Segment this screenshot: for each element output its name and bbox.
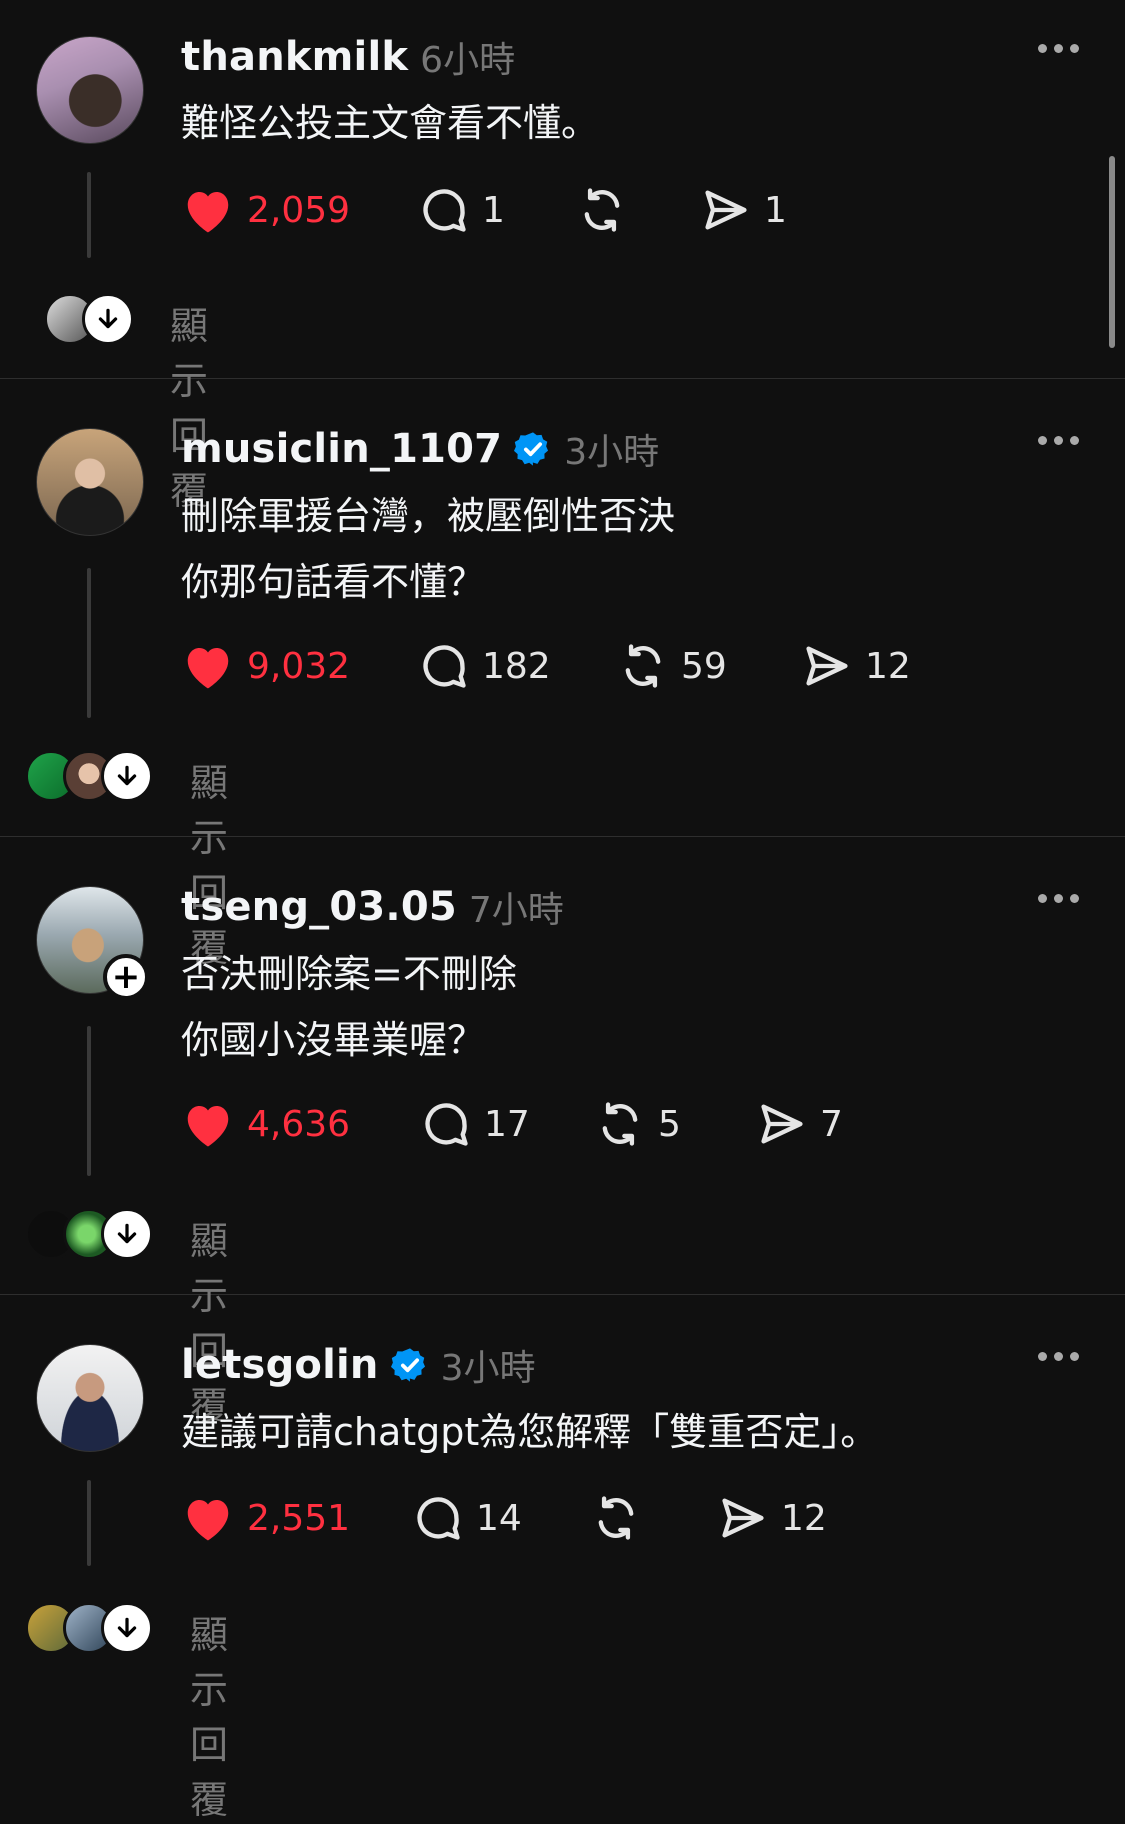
post-text-line: 難怪公投主文會看不懂。 (181, 101, 600, 145)
comment-button[interactable]: 182 (418, 636, 551, 696)
comment-count: 182 (482, 645, 551, 687)
repost-icon (625, 644, 661, 688)
like-button[interactable]: 2,059 (181, 180, 350, 240)
like-count: 2,059 (247, 189, 351, 231)
post-text: 刪除軍援台灣，被壓倒性否決 你那句話看不懂？ (181, 483, 675, 615)
arrow-down-icon[interactable] (101, 1208, 153, 1260)
post-header: musiclin_1107 3小時 (181, 425, 659, 473)
repost-button[interactable] (590, 1488, 654, 1548)
repost-icon (602, 1102, 638, 1146)
like-button[interactable]: 9,032 (181, 636, 350, 696)
share-button[interactable]: 1 (700, 180, 787, 240)
like-count: 9,032 (247, 645, 351, 687)
plus-icon[interactable]: + (103, 954, 149, 1000)
post-text-line: 建議可請chatgpt為您解釋「雙重否定」。 (181, 1410, 879, 1454)
post-text: 否決刪除案=不刪除 你國小沒畢業喔？ (181, 941, 517, 1073)
more-icon[interactable] (1038, 894, 1079, 903)
post-header: letsgolin 3小時 (181, 1341, 536, 1389)
avatar[interactable] (36, 428, 144, 536)
repost-button[interactable]: 59 (617, 636, 727, 696)
repost-count: 59 (681, 645, 727, 687)
comment-count: 1 (482, 189, 505, 231)
share-count: 12 (781, 1497, 827, 1539)
comment-count: 17 (484, 1103, 530, 1145)
heart-icon (187, 648, 229, 689)
like-button[interactable]: 4,636 (181, 1094, 350, 1154)
share-icon (806, 646, 848, 686)
thread-line (87, 172, 91, 258)
avatar[interactable] (36, 36, 144, 144)
like-count: 4,636 (247, 1103, 351, 1145)
username[interactable]: letsgolin (181, 1342, 379, 1388)
post: thankmilk 6小時 難怪公投主文會看不懂。 2,059 1 1 顯示回覆 (0, 0, 1125, 513)
share-icon (705, 190, 747, 230)
thread-line (87, 1026, 91, 1176)
share-button[interactable]: 7 (756, 1094, 843, 1154)
repost-button[interactable] (576, 180, 640, 240)
show-replies-link[interactable]: 顯示回覆 (190, 1604, 228, 1824)
heart-icon (187, 192, 229, 233)
comment-icon (423, 189, 466, 232)
share-button[interactable]: 12 (717, 1488, 827, 1548)
scrollbar[interactable] (1109, 156, 1115, 348)
heart-icon (187, 1500, 229, 1541)
post-header: thankmilk 6小時 (181, 33, 515, 81)
username[interactable]: tseng_03.05 (181, 884, 457, 930)
username[interactable]: thankmilk (181, 34, 408, 80)
repost-icon (598, 1496, 634, 1540)
more-icon[interactable] (1038, 44, 1079, 53)
post-text: 建議可請chatgpt為您解釋「雙重否定」。 (181, 1399, 878, 1465)
post: + tseng_03.05 7小時 否決刪除案=不刪除 你國小沒畢業喔？ 4,6… (0, 836, 1125, 1428)
comment-icon (417, 1497, 460, 1540)
comment-count: 14 (476, 1497, 522, 1539)
timestamp: 3小時 (564, 432, 660, 473)
share-icon (722, 1498, 764, 1538)
arrow-down-icon[interactable] (82, 293, 134, 345)
share-count: 7 (820, 1103, 843, 1145)
share-button[interactable]: 12 (801, 636, 911, 696)
like-button[interactable]: 2,551 (181, 1488, 350, 1548)
username[interactable]: musiclin_1107 (181, 426, 502, 472)
comment-button[interactable]: 14 (412, 1488, 522, 1548)
arrow-down-icon[interactable] (101, 750, 153, 802)
timestamp: 3小時 (440, 1348, 536, 1389)
timestamp: 7小時 (468, 890, 564, 931)
like-count: 2,551 (247, 1497, 351, 1539)
post-text: 難怪公投主文會看不懂。 (181, 90, 599, 156)
heart-icon (187, 1106, 229, 1147)
share-count: 12 (865, 645, 911, 687)
post-text-line: 否決刪除案=不刪除 (181, 952, 517, 996)
more-icon[interactable] (1038, 436, 1079, 445)
post: letsgolin 3小時 建議可請chatgpt為您解釋「雙重否定」。 2,5… (0, 1294, 1125, 1822)
arrow-down-icon[interactable] (101, 1602, 153, 1654)
comment-button[interactable]: 1 (418, 180, 505, 240)
repost-icon (584, 188, 620, 232)
thread-line (87, 568, 91, 718)
more-icon[interactable] (1038, 1352, 1079, 1361)
comment-button[interactable]: 17 (420, 1094, 530, 1154)
comment-icon (425, 1103, 468, 1146)
repost-count: 5 (658, 1103, 681, 1145)
avatar[interactable] (36, 1344, 144, 1452)
post-header: tseng_03.05 7小時 (181, 883, 564, 931)
thread-line (87, 1480, 91, 1566)
verified-icon (390, 1348, 425, 1382)
post-text-line: 刪除軍援台灣，被壓倒性否決 (181, 494, 676, 538)
repost-button[interactable]: 5 (594, 1094, 681, 1154)
post-text-line: 你國小沒畢業喔？ (181, 1018, 486, 1062)
verified-icon (514, 432, 549, 466)
timestamp: 6小時 (420, 40, 516, 81)
comment-icon (423, 645, 466, 688)
share-count: 1 (764, 189, 787, 231)
post-text-line: 你那句話看不懂？ (181, 560, 486, 604)
post: musiclin_1107 3小時 刪除軍援台灣，被壓倒性否決 你那句話看不懂？… (0, 378, 1125, 970)
share-icon (761, 1104, 803, 1144)
